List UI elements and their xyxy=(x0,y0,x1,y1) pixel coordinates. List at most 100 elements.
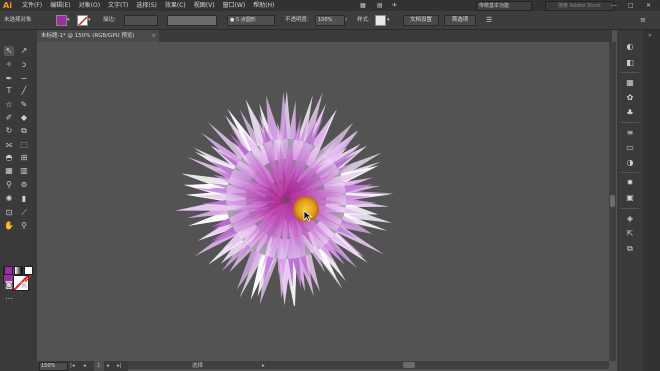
menu-help[interactable]: 帮助(H) xyxy=(253,0,274,11)
lasso-icon[interactable]: ↄ xyxy=(19,60,29,70)
edit-toolbar-icon[interactable]: ⋯ xyxy=(4,294,14,304)
panel-separator xyxy=(621,72,639,73)
color-panel-icon[interactable]: ◐ xyxy=(625,42,635,52)
align-icon[interactable]: ☰ xyxy=(486,11,492,29)
magic-wand-icon[interactable]: ✧ xyxy=(4,60,14,70)
layers-panel-icon[interactable]: ◈ xyxy=(625,214,635,224)
paintbrush-icon[interactable]: ✎ xyxy=(19,100,29,110)
opacity-field[interactable]: 100% xyxy=(315,15,345,26)
menu-select[interactable]: 选择(S) xyxy=(136,0,157,11)
shape-builder-icon[interactable]: ◓ xyxy=(4,153,14,163)
next-artboard-icon[interactable]: ▸ xyxy=(107,361,110,371)
none-mode-button[interactable] xyxy=(24,266,33,283)
eyedropper-icon[interactable]: ⚲ xyxy=(4,180,14,190)
gradient-mode-button[interactable] xyxy=(14,266,23,275)
menu-window[interactable]: 窗口(W) xyxy=(223,0,246,11)
brush-value: 5 点圆形 xyxy=(235,17,256,23)
gradient-panel-icon[interactable]: ▭ xyxy=(625,143,635,153)
direct-selection-tool-icon[interactable]: ↗ xyxy=(19,46,29,56)
brush-dot-icon: ● xyxy=(230,17,235,23)
minimize-icon[interactable]: — xyxy=(611,0,617,11)
gradient-tool-icon[interactable]: ▥ xyxy=(19,166,29,176)
brushes-panel-icon[interactable]: ✿ xyxy=(625,93,635,103)
panel-menu-icon[interactable]: ≡ xyxy=(640,11,646,29)
mesh-tool-icon[interactable]: ▦ xyxy=(4,166,14,176)
shaper-tool-icon[interactable]: ✐ xyxy=(4,113,14,123)
artboard-tool-icon[interactable]: ⊡ xyxy=(4,208,14,218)
color-mode-button[interactable] xyxy=(4,266,13,275)
menu-object[interactable]: 对象(O) xyxy=(79,0,100,11)
screen-mode-icon[interactable]: ▣ xyxy=(19,280,29,290)
slice-tool-icon[interactable]: ⟋ xyxy=(19,208,29,218)
eraser-icon[interactable]: ◆ xyxy=(19,113,29,123)
stroke-swatch[interactable] xyxy=(77,15,88,26)
menu-effect[interactable]: 效果(C) xyxy=(165,0,186,11)
close-tab-icon[interactable]: × xyxy=(151,30,156,42)
expand-panels-icon[interactable]: » xyxy=(648,32,652,39)
vertical-scroll-thumb[interactable] xyxy=(610,195,615,207)
graphic-style-swatch[interactable] xyxy=(375,15,386,26)
menu-view[interactable]: 视图(V) xyxy=(194,0,215,11)
brush-definition-dropdown[interactable]: ● 5 点圆形 xyxy=(227,15,275,26)
hand-tool-icon[interactable]: ✋ xyxy=(4,221,14,231)
app-logo: Ai xyxy=(3,1,12,10)
free-transform-icon[interactable]: ⬚ xyxy=(19,140,29,150)
stock-search-input[interactable]: 搜索 Adobe Stock xyxy=(545,1,614,11)
first-artboard-icon[interactable]: |◂ xyxy=(70,361,75,371)
graphic-styles-panel-icon[interactable]: ▣ xyxy=(625,193,635,203)
width-tool-icon[interactable]: ⟗ xyxy=(4,140,14,150)
line-segment-icon[interactable]: ╱ xyxy=(19,86,29,96)
perspective-grid-icon[interactable]: ⊞ xyxy=(19,153,29,163)
menu-edit[interactable]: 编辑(E) xyxy=(50,0,70,11)
opacity-arrow-icon[interactable]: › xyxy=(345,11,347,29)
swatches-panel-icon[interactable]: ▦ xyxy=(625,78,635,88)
selection-tool-icon[interactable]: ↖ xyxy=(4,46,14,56)
asset-export-panel-icon[interactable]: ⇱ xyxy=(625,229,635,239)
gpu-rocket-icon[interactable]: ✈ xyxy=(392,0,397,11)
status-menu-arrow-icon[interactable]: ▸ xyxy=(262,361,265,371)
stroke-panel-icon[interactable]: ≡ xyxy=(625,128,635,138)
drawing-mode-icon[interactable]: ◙ xyxy=(4,280,14,290)
type-tool-icon[interactable]: T xyxy=(4,86,14,96)
menu-file[interactable]: 文件(F) xyxy=(22,0,42,11)
maximize-icon[interactable]: □ xyxy=(628,0,634,11)
previous-artboard-icon[interactable]: ◂ xyxy=(83,361,86,371)
menu-list: 文件(F) 编辑(E) 对象(O) 文字(T) 选择(S) 效果(C) 视图(V… xyxy=(22,0,274,11)
color-guide-panel-icon[interactable]: ◧ xyxy=(625,58,635,68)
fill-swatch[interactable] xyxy=(56,15,67,26)
stroke-weight-field[interactable] xyxy=(124,15,158,26)
arrange-documents-icon[interactable]: ▤ xyxy=(377,0,383,11)
column-graph-icon[interactable]: ▮ xyxy=(19,194,29,204)
scale-tool-icon[interactable]: ⧉ xyxy=(19,126,29,136)
bridge-icon[interactable]: ▦ xyxy=(360,0,366,11)
rotate-tool-icon[interactable]: ↻ xyxy=(4,126,14,136)
blend-tool-icon[interactable]: ⊚ xyxy=(19,180,29,190)
transparency-panel-icon[interactable]: ◑ xyxy=(625,158,635,168)
workspace-switcher[interactable]: 传统基本功能 xyxy=(476,1,532,11)
style-dropdown-chevron-icon[interactable]: ▾ xyxy=(387,11,390,29)
variable-width-profile[interactable] xyxy=(167,15,217,26)
preferences-button[interactable]: 首选项 xyxy=(444,15,476,26)
zoom-level-field[interactable]: 150% xyxy=(39,362,68,371)
curvature-tool-icon[interactable]: ∽ xyxy=(19,74,29,84)
appearance-panel-icon[interactable]: ✹ xyxy=(625,178,635,188)
stroke-dropdown-chevron-icon[interactable]: ▾ xyxy=(88,11,91,29)
document-setup-button[interactable]: 文档设置 xyxy=(403,15,439,26)
last-artboard-icon[interactable]: ▸| xyxy=(117,361,122,371)
artboards-panel-icon[interactable]: ⧉ xyxy=(625,244,635,254)
artboard-number-field[interactable]: 1 xyxy=(94,361,104,371)
control-bar: 未选择对象 ▾ ▾ 描边: ● 5 点圆形 不透明度: 100% › 样式: ▾… xyxy=(0,11,660,30)
star-shape-icon[interactable]: ☆ xyxy=(4,100,14,110)
document-tab[interactable]: 未标题-1* @ 150% (RGB/GPU 预览) × xyxy=(37,30,159,42)
symbol-sprayer-icon[interactable]: ✺ xyxy=(4,194,14,204)
fill-dropdown-chevron-icon[interactable]: ▾ xyxy=(67,11,70,29)
menu-type[interactable]: 文字(T) xyxy=(108,0,128,11)
horizontal-scroll-thumb[interactable] xyxy=(403,362,415,368)
zoom-tool-icon[interactable]: ⚲ xyxy=(19,221,29,231)
close-window-icon[interactable]: ✕ xyxy=(646,0,651,11)
vertical-scrollbar[interactable] xyxy=(609,42,616,361)
pen-tool-icon[interactable]: ✒ xyxy=(4,74,14,84)
mouse-cursor-icon xyxy=(303,210,313,222)
flower-artwork[interactable] xyxy=(175,92,397,306)
symbols-panel-icon[interactable]: ♣ xyxy=(625,108,635,118)
